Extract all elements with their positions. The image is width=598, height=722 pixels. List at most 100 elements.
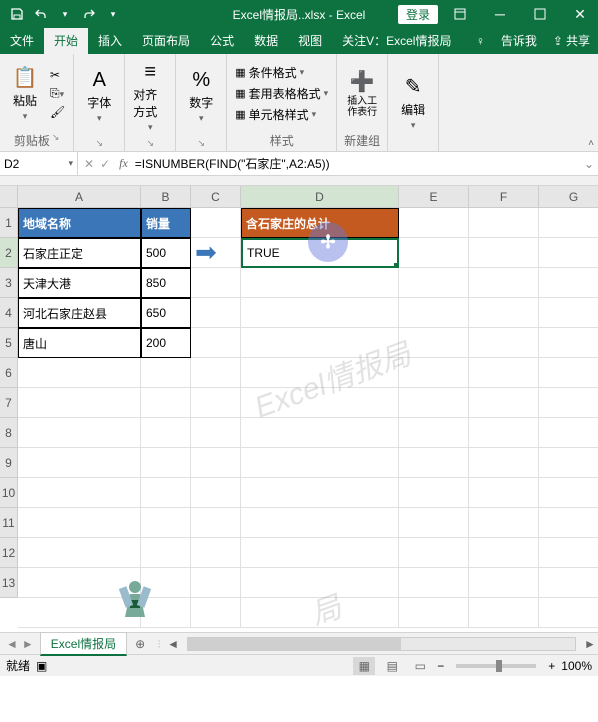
col-header-A[interactable]: A bbox=[18, 186, 141, 208]
close-icon[interactable]: ✕ bbox=[562, 0, 598, 28]
col-header-C[interactable]: C bbox=[191, 186, 241, 208]
cell-F14[interactable] bbox=[469, 598, 539, 628]
maximize-icon[interactable] bbox=[522, 0, 558, 28]
tab-layout[interactable]: 页面布局 bbox=[132, 27, 200, 54]
col-header-B[interactable]: B bbox=[141, 186, 191, 208]
row-header-3[interactable]: 3 bbox=[0, 268, 18, 298]
copy-icon[interactable]: ⎘▾ bbox=[50, 86, 65, 101]
qat-customize-icon[interactable]: ▾ bbox=[102, 3, 124, 25]
hscroll-left-icon[interactable]: ◄ bbox=[165, 637, 181, 651]
cell-C11[interactable] bbox=[191, 508, 241, 538]
redo-icon[interactable] bbox=[78, 3, 100, 25]
cell-G5[interactable] bbox=[539, 328, 598, 358]
tab-data[interactable]: 数据 bbox=[244, 27, 288, 54]
cell-F6[interactable] bbox=[469, 358, 539, 388]
cell-G13[interactable] bbox=[539, 568, 598, 598]
row-header-13[interactable]: 13 bbox=[0, 568, 18, 598]
cell-F13[interactable] bbox=[469, 568, 539, 598]
cell-F9[interactable] bbox=[469, 448, 539, 478]
cell-G12[interactable] bbox=[539, 538, 598, 568]
cell-B10[interactable] bbox=[141, 478, 191, 508]
cell-E12[interactable] bbox=[399, 538, 469, 568]
cell-F12[interactable] bbox=[469, 538, 539, 568]
horizontal-scrollbar[interactable] bbox=[187, 637, 576, 651]
col-header-E[interactable]: E bbox=[399, 186, 469, 208]
worksheet-grid[interactable]: ABCDEFG 12345678910111213 地域名称销量含石家庄的总计石… bbox=[0, 186, 598, 632]
cell-G2[interactable] bbox=[539, 238, 598, 268]
cell-G4[interactable] bbox=[539, 298, 598, 328]
cell-B6[interactable] bbox=[141, 358, 191, 388]
tab-insert[interactable]: 插入 bbox=[88, 27, 132, 54]
cell-C14[interactable] bbox=[191, 598, 241, 628]
zoom-level[interactable]: 100% bbox=[561, 659, 592, 673]
row-header-10[interactable]: 10 bbox=[0, 478, 18, 508]
cell-F7[interactable] bbox=[469, 388, 539, 418]
formula-input[interactable]: =ISNUMBER(FIND("石家庄",A2:A5)) bbox=[131, 155, 580, 172]
conditional-format-button[interactable]: ▦ 条件格式 ▾ bbox=[235, 64, 328, 81]
cell-D6[interactable] bbox=[241, 358, 399, 388]
cell-B9[interactable] bbox=[141, 448, 191, 478]
row-header-7[interactable]: 7 bbox=[0, 388, 18, 418]
cell-G8[interactable] bbox=[539, 418, 598, 448]
zoom-in-icon[interactable]: + bbox=[548, 659, 555, 673]
cell-E2[interactable] bbox=[399, 238, 469, 268]
cell-E13[interactable] bbox=[399, 568, 469, 598]
share-button[interactable]: ⇪ 共享 bbox=[545, 27, 598, 54]
cell-G9[interactable] bbox=[539, 448, 598, 478]
dialog-launcher-icon[interactable]: ↘ bbox=[52, 132, 60, 149]
row-header-1[interactable]: 1 bbox=[0, 208, 18, 238]
font-button[interactable]: A字体▾ bbox=[80, 67, 118, 126]
cell-B7[interactable] bbox=[141, 388, 191, 418]
cell-D7[interactable] bbox=[241, 388, 399, 418]
cell-E6[interactable] bbox=[399, 358, 469, 388]
row-header-4[interactable]: 4 bbox=[0, 298, 18, 328]
cell-C13[interactable] bbox=[191, 568, 241, 598]
align-button[interactable]: ≡对齐方式▾ bbox=[131, 59, 169, 135]
tell-me[interactable]: 告诉我 bbox=[493, 27, 545, 54]
row-header-9[interactable]: 9 bbox=[0, 448, 18, 478]
cell-E10[interactable] bbox=[399, 478, 469, 508]
cancel-formula-icon[interactable]: ✕ bbox=[84, 157, 94, 171]
cell-B4[interactable]: 650 bbox=[141, 298, 191, 328]
cell-A9[interactable] bbox=[18, 448, 141, 478]
name-box[interactable]: D2▾ bbox=[0, 152, 78, 175]
cell-C9[interactable] bbox=[191, 448, 241, 478]
cell-F2[interactable] bbox=[469, 238, 539, 268]
cell-C6[interactable] bbox=[191, 358, 241, 388]
row-header-11[interactable]: 11 bbox=[0, 508, 18, 538]
cell-G7[interactable] bbox=[539, 388, 598, 418]
col-header-F[interactable]: F bbox=[469, 186, 539, 208]
cell-F1[interactable] bbox=[469, 208, 539, 238]
cell-C2[interactable]: ➡ bbox=[191, 238, 241, 268]
cell-B3[interactable]: 850 bbox=[141, 268, 191, 298]
macro-record-icon[interactable]: ▣ bbox=[36, 659, 47, 673]
cell-D10[interactable] bbox=[241, 478, 399, 508]
view-normal-icon[interactable]: ▦ bbox=[353, 657, 375, 675]
cell-E1[interactable] bbox=[399, 208, 469, 238]
cell-D5[interactable] bbox=[241, 328, 399, 358]
cell-D14[interactable] bbox=[241, 598, 399, 628]
cell-E14[interactable] bbox=[399, 598, 469, 628]
sheet-nav-next-icon[interactable]: ► bbox=[22, 637, 34, 651]
cell-E8[interactable] bbox=[399, 418, 469, 448]
save-icon[interactable] bbox=[6, 3, 28, 25]
cell-F11[interactable] bbox=[469, 508, 539, 538]
cell-D11[interactable] bbox=[241, 508, 399, 538]
cell-E3[interactable] bbox=[399, 268, 469, 298]
tab-follow[interactable]: 关注V：Excel情报局 bbox=[332, 27, 461, 54]
cell-A5[interactable]: 唐山 bbox=[18, 328, 141, 358]
col-header-D[interactable]: D bbox=[241, 186, 399, 208]
cell-A6[interactable] bbox=[18, 358, 141, 388]
view-page-layout-icon[interactable]: ▤ bbox=[381, 657, 403, 675]
expand-formula-icon[interactable]: ⌄ bbox=[580, 157, 598, 171]
cell-B1[interactable]: 销量 bbox=[141, 208, 191, 238]
undo-icon[interactable] bbox=[30, 3, 52, 25]
ribbon-options-icon[interactable] bbox=[442, 0, 478, 28]
cell-A1[interactable]: 地域名称 bbox=[18, 208, 141, 238]
cell-F4[interactable] bbox=[469, 298, 539, 328]
cell-C8[interactable] bbox=[191, 418, 241, 448]
cell-B2[interactable]: 500 bbox=[141, 238, 191, 268]
cell-A12[interactable] bbox=[18, 538, 141, 568]
select-all-corner[interactable] bbox=[0, 186, 18, 208]
cell-D9[interactable] bbox=[241, 448, 399, 478]
